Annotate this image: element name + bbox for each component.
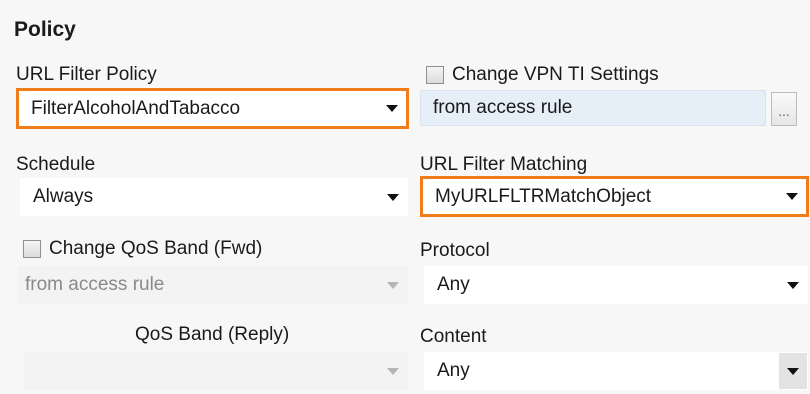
change-vpn-ti-label: Change VPN TI Settings (452, 64, 659, 85)
url-filter-matching-label: URL Filter Matching (420, 154, 588, 175)
url-filter-matching-select[interactable]: MyURLFLTRMatchObject (420, 176, 809, 217)
vpn-ti-browse-button[interactable]: ... (771, 92, 797, 126)
qos-reply-label: QoS Band (Reply) (135, 324, 290, 345)
vpn-ti-settings-value: from access rule (433, 97, 573, 118)
change-qos-fwd-label: Change QoS Band (Fwd) (49, 238, 263, 259)
qos-fwd-select: from access rule (18, 266, 408, 304)
schedule-label: Schedule (16, 154, 96, 175)
section-title: Policy (14, 18, 76, 41)
content-label: Content (420, 326, 487, 347)
chevron-down-icon (779, 353, 807, 389)
policy-panel: Policy URL Filter Policy FilterAlcoholAn… (0, 0, 810, 394)
chevron-down-icon (379, 179, 407, 215)
chevron-down-icon (778, 179, 806, 214)
protocol-label: Protocol (420, 240, 490, 261)
schedule-value: Always (33, 186, 94, 207)
url-filter-policy-label: URL Filter Policy (16, 64, 157, 85)
qos-reply-select (24, 352, 408, 390)
change-vpn-ti-checkbox[interactable] (426, 66, 444, 84)
chevron-down-icon (379, 353, 407, 389)
protocol-value: Any (437, 274, 470, 295)
protocol-select[interactable]: Any (424, 266, 808, 304)
schedule-select[interactable]: Always (20, 178, 408, 216)
url-filter-policy-select[interactable]: FilterAlcoholAndTabacco (16, 88, 409, 129)
content-value: Any (437, 360, 470, 381)
vpn-ti-settings-field[interactable]: from access rule (420, 90, 766, 126)
url-filter-policy-value: FilterAlcoholAndTabacco (31, 97, 241, 119)
content-select[interactable]: Any (424, 352, 808, 390)
change-qos-fwd-checkbox[interactable] (23, 240, 41, 258)
qos-fwd-value: from access rule (25, 274, 165, 295)
url-filter-matching-value: MyURLFLTRMatchObject (435, 185, 652, 207)
chevron-down-icon (378, 91, 406, 126)
chevron-down-icon (379, 267, 407, 303)
chevron-down-icon (779, 267, 807, 303)
